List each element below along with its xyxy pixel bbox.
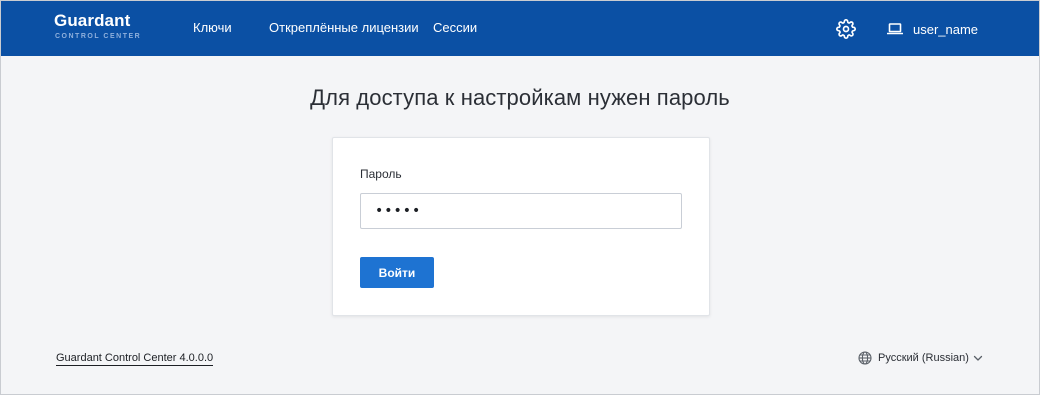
gear-icon[interactable]	[836, 19, 856, 39]
logo-subtitle: CONTROL CENTER	[55, 33, 142, 40]
globe-icon	[858, 351, 872, 365]
version-link[interactable]: Guardant Control Center 4.0.0.0	[56, 352, 214, 366]
password-form-card: Пароль Войти	[332, 137, 710, 316]
logo-title: Guardant	[54, 11, 131, 30]
app-window: Guardant CONTROL CENTER Ключи Откреплённ…	[0, 0, 1040, 395]
password-input[interactable]	[360, 193, 682, 229]
laptop-icon	[887, 22, 903, 36]
top-navigation-bar: Guardant CONTROL CENTER Ключи Откреплённ…	[1, 1, 1039, 56]
login-button[interactable]: Войти	[360, 257, 434, 288]
logo[interactable]: Guardant CONTROL CENTER	[54, 11, 141, 40]
user-name: user_name	[913, 21, 979, 37]
language-label: Русский (Russian)	[878, 352, 969, 364]
nav-item-keys[interactable]: Ключи	[193, 20, 232, 36]
nav-item-detached-licenses[interactable]: Откреплённые лицензии	[269, 20, 419, 36]
password-label: Пароль	[360, 167, 402, 181]
page-title: Для доступа к настройкам нужен пароль	[310, 85, 730, 110]
language-selector[interactable]: Русский (Russian)	[858, 351, 983, 365]
chevron-down-icon	[973, 353, 983, 363]
nav-item-sessions[interactable]: Сессии	[433, 20, 477, 36]
user-menu[interactable]: user_name	[887, 19, 978, 39]
